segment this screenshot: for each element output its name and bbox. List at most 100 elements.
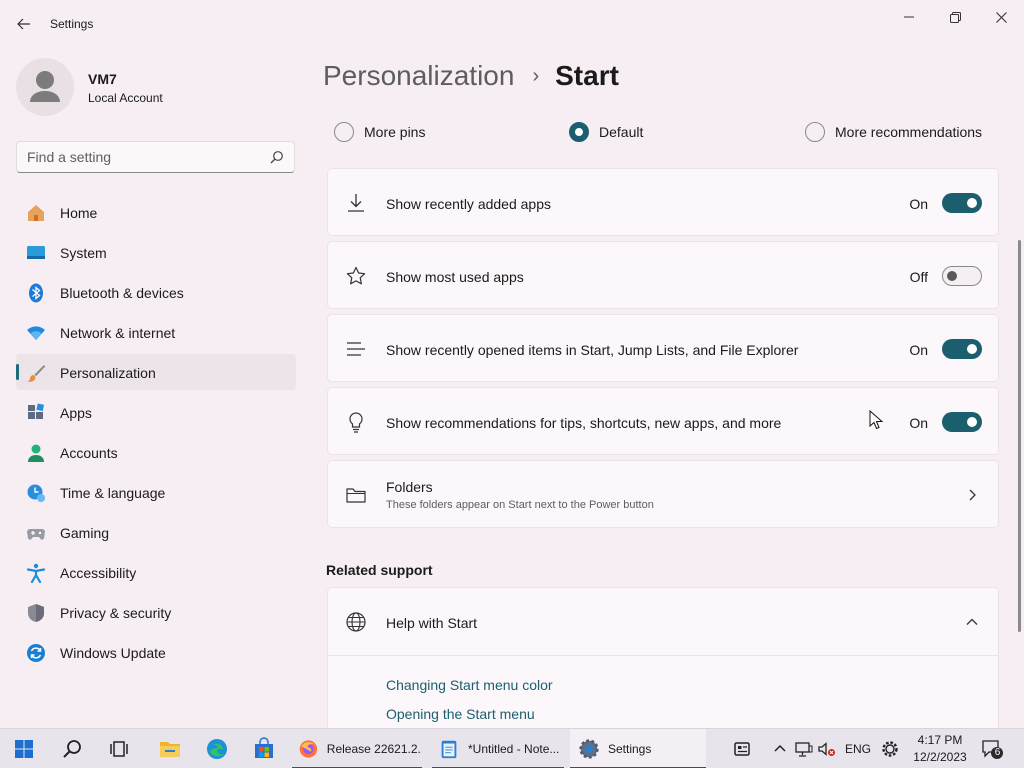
setting-title: Show most used apps — [386, 269, 524, 285]
brush-icon — [27, 365, 46, 382]
related-support-heading: Related support — [326, 562, 433, 578]
toggle-switch[interactable] — [942, 193, 982, 213]
user-silhouette-icon — [30, 71, 60, 102]
sidebar-item-label: Gaming — [60, 525, 110, 541]
sidebar-item-gaming[interactable]: Gaming — [16, 514, 296, 550]
globe-icon — [346, 612, 366, 632]
sidebar-item-label: Accessibility — [60, 565, 137, 581]
help-link-start-menu-color[interactable]: Changing Start menu color — [386, 677, 553, 693]
radio-label: More pins — [364, 124, 426, 140]
avatar — [16, 58, 74, 116]
search-icon[interactable] — [60, 737, 84, 761]
setting-title: Show recommendations for tips, shortcuts… — [386, 415, 782, 431]
sidebar-item-personalization[interactable]: Personalization — [16, 354, 296, 390]
folders-link-card[interactable]: Folders These folders appear on Start ne… — [327, 460, 999, 528]
microsoft-store-icon[interactable] — [252, 737, 276, 761]
sidebar-item-windows-update[interactable]: Windows Update — [16, 634, 296, 670]
sidebar-item-time-language[interactable]: Time & language — [16, 474, 296, 510]
bluetooth-icon — [29, 283, 43, 303]
taskbar-app-settings[interactable]: Settings — [570, 729, 706, 768]
notification-center[interactable]: 6 — [980, 737, 1004, 761]
title-bar: Settings — [0, 0, 1024, 48]
download-icon — [348, 194, 364, 212]
radio-default[interactable]: Default — [569, 120, 643, 144]
wifi-icon — [27, 326, 45, 340]
sidebar-item-apps[interactable]: Apps — [16, 394, 296, 430]
toggle-knob — [967, 417, 977, 427]
scrollbar[interactable] — [1018, 240, 1021, 632]
close-button[interactable] — [978, 2, 1024, 32]
input-language[interactable]: ENG — [845, 742, 871, 756]
radio-more-pins[interactable]: More pins — [334, 120, 425, 144]
back-arrow-icon — [17, 18, 30, 30]
folders-title: Folders — [386, 479, 433, 495]
folder-icon — [346, 488, 366, 503]
app-title: Settings — [50, 17, 94, 31]
profile-name: VM7 — [88, 71, 117, 87]
toggle-state-label: Off — [909, 269, 928, 285]
toggle-state-label: On — [909, 342, 928, 358]
sidebar-nav: Home System Bluetooth & devices Network … — [16, 194, 296, 674]
radio-more-recommendations[interactable]: More recommendations — [805, 120, 982, 144]
sidebar-item-home[interactable]: Home — [16, 194, 296, 230]
accessibility-icon — [26, 563, 46, 583]
clock-date: 12/2/2023 — [913, 750, 967, 764]
back-button[interactable] — [10, 10, 38, 38]
windows-start-icon[interactable] — [12, 737, 36, 761]
toggle-switch[interactable] — [942, 412, 982, 432]
search-icon[interactable] — [270, 150, 284, 164]
sidebar-item-network[interactable]: Network & internet — [16, 314, 296, 350]
toggle-knob — [967, 198, 977, 208]
sidebar-item-system[interactable]: System — [16, 234, 296, 270]
search-input[interactable] — [27, 148, 257, 166]
sidebar-item-label: Network & internet — [60, 325, 176, 341]
sidebar-item-label: Personalization — [60, 365, 156, 381]
restore-icon — [949, 11, 961, 23]
breadcrumb-parent[interactable]: Personalization — [323, 60, 514, 92]
toggle-knob — [967, 344, 977, 354]
sidebar-item-bluetooth[interactable]: Bluetooth & devices — [16, 274, 296, 310]
sidebar-item-accessibility[interactable]: Accessibility — [16, 554, 296, 590]
search-box — [16, 141, 295, 173]
apps-icon — [28, 403, 45, 419]
clock-time: 4:17 PM — [917, 733, 963, 747]
toggle-switch[interactable] — [942, 339, 982, 359]
taskbar: Release 22621.2... *Untitled - Note... S… — [0, 728, 1024, 768]
settings-tray-icon[interactable] — [878, 737, 902, 761]
settings-window: Settings VM7 Local Account Home System — [0, 0, 1024, 728]
taskbar-clock[interactable]: 4:17 PM 12/2/2023 — [912, 732, 968, 766]
widgets-icon[interactable] — [730, 737, 754, 761]
gamepad-icon — [27, 529, 45, 540]
update-icon — [27, 644, 45, 662]
radio-indicator — [805, 122, 825, 142]
sidebar-item-privacy-security[interactable]: Privacy & security — [16, 594, 296, 630]
toggle-state-label: On — [909, 196, 928, 212]
layout-options: More pins Default More recommendations — [334, 120, 994, 144]
edge-icon[interactable] — [205, 737, 229, 761]
maximize-button[interactable] — [932, 2, 978, 32]
taskbar-app-notepad[interactable]: *Untitled - Note... — [432, 729, 564, 768]
page-title: Start — [555, 60, 619, 91]
minimize-button[interactable] — [886, 2, 932, 32]
toggle-switch[interactable] — [942, 266, 982, 286]
home-icon — [28, 205, 44, 221]
setting-recently-opened-items: Show recently opened items in Start, Jum… — [327, 314, 999, 382]
user-profile[interactable]: VM7 Local Account — [16, 58, 296, 118]
sidebar-item-label: Privacy & security — [60, 605, 172, 621]
task-view-icon[interactable] — [107, 737, 131, 761]
chevron-up-icon[interactable] — [768, 737, 792, 761]
breadcrumb-separator: › — [532, 64, 540, 87]
volume-muted-icon[interactable] — [815, 737, 839, 761]
sidebar-item-accounts[interactable]: Accounts — [16, 434, 296, 470]
file-explorer-icon[interactable] — [158, 737, 182, 761]
help-link-opening-start-menu[interactable]: Opening the Start menu — [386, 706, 535, 722]
network-icon[interactable] — [792, 737, 816, 761]
help-title: Help with Start — [386, 615, 478, 631]
help-expander-header[interactable]: Help with Start — [328, 588, 998, 656]
radio-label: More recommendations — [835, 124, 983, 140]
sidebar-item-label: Home — [60, 205, 98, 221]
firefox-icon — [299, 740, 318, 758]
settings-gear-icon — [579, 739, 599, 759]
setting-title: Show recently opened items in Start, Jum… — [386, 342, 799, 358]
taskbar-app-firefox[interactable]: Release 22621.2... — [292, 729, 422, 768]
